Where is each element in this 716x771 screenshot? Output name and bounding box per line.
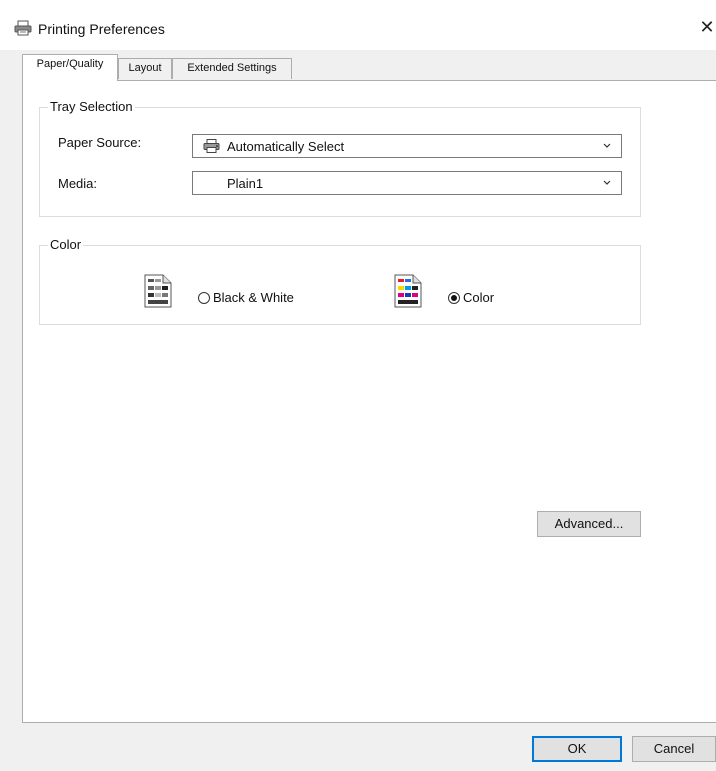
printer-icon — [203, 139, 221, 153]
tab-layout[interactable]: Layout — [118, 58, 172, 79]
window-title: Printing Preferences — [38, 21, 165, 37]
cancel-button[interactable]: Cancel — [632, 736, 716, 762]
printer-icon — [14, 20, 32, 36]
media-dropdown[interactable]: Plain1 — [192, 171, 622, 195]
color-document-icon — [394, 274, 422, 308]
tab-extended-settings[interactable]: Extended Settings — [172, 58, 292, 79]
tray-selection-group: Tray Selection Paper Source: Automatical… — [39, 99, 641, 217]
chevron-down-icon — [601, 139, 613, 151]
black-white-label[interactable]: Black & White — [213, 290, 294, 305]
tab-paper-quality[interactable]: Paper/Quality — [22, 54, 118, 81]
chevron-down-icon — [601, 176, 613, 188]
color-radio[interactable] — [448, 292, 460, 304]
title-bar: Printing Preferences ✕ — [0, 0, 716, 50]
advanced-button[interactable]: Advanced... — [537, 511, 641, 537]
bw-document-icon — [144, 274, 172, 308]
tab-content-panel: Tray Selection Paper Source: Automatical… — [22, 80, 716, 723]
dialog-footer: OK Cancel — [22, 723, 716, 771]
radio-selected-dot — [451, 295, 457, 301]
paper-source-label: Paper Source: — [58, 135, 142, 150]
printing-preferences-window: Printing Preferences ✕ Paper/Quality Lay… — [0, 0, 716, 771]
media-label: Media: — [58, 176, 98, 191]
ok-button[interactable]: OK — [532, 736, 622, 762]
color-label[interactable]: Color — [463, 290, 494, 305]
color-group: Color Black & White Color — [39, 237, 641, 325]
paper-source-value: Automatically Select — [227, 139, 345, 154]
media-value: Plain1 — [227, 176, 264, 191]
paper-source-dropdown[interactable]: Automatically Select — [192, 134, 622, 158]
tray-selection-legend: Tray Selection — [48, 99, 135, 114]
close-button[interactable]: ✕ — [698, 16, 716, 38]
color-legend: Color — [48, 237, 84, 252]
black-white-radio[interactable] — [198, 292, 210, 304]
